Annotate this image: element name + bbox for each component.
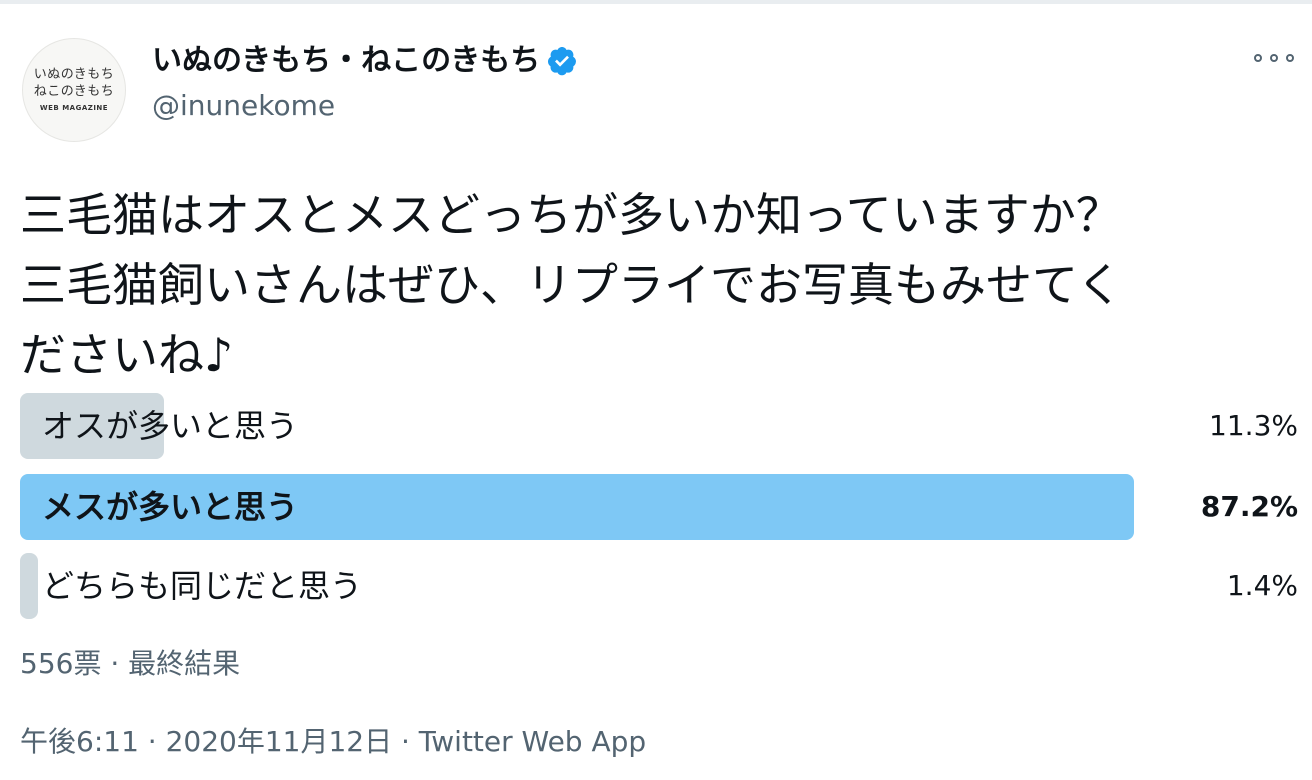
tweet-line-1: 三毛猫はオスとメスどっちが多いか知っていますか？ [20, 188, 1122, 242]
display-name: いぬのきもち・ねこのきもち [152, 43, 541, 78]
tweet-line-3: ださいね♪ [20, 328, 234, 382]
avatar-logo-line1: いぬのきもち [33, 67, 115, 82]
tweet-line-2: 三毛猫飼いさんはぜひ、リプライでお写真もみせてく [20, 258, 1123, 312]
avatar-logo-sub: WEB MAGAZINE [39, 104, 109, 112]
poll-option-0: オスが多いと思う 11.3% [20, 393, 1298, 459]
poll-votes-status: 556票 · 最終結果 [20, 647, 241, 680]
tweet-timestamp-link[interactable]: 午後6:11 · 2020年11月12日 · Twitter Web App [20, 720, 646, 764]
poll-bar-2 [20, 553, 38, 619]
more-dot [1286, 54, 1294, 62]
more-dot [1270, 54, 1278, 62]
poll-option-label: メスが多いと思う [42, 488, 299, 526]
avatar-logo-line2: ねこのきもち [33, 84, 115, 99]
poll-option-label: オスが多いと思う [42, 407, 299, 445]
poll-option-percent: 1.4% [1226, 569, 1298, 602]
avatar[interactable]: いぬのきもち ねこのきもち WEB MAGAZINE [22, 38, 126, 142]
poll-option-percent: 11.3% [1209, 409, 1298, 442]
tweet-text: 三毛猫はオスとメスどっちが多いか知っていますか？ 三毛猫飼いさんはぜひ、リプライ… [20, 180, 1300, 390]
verified-badge-icon [548, 47, 577, 76]
top-divider [0, 0, 1312, 4]
poll-option-label: どちらも同じだと思う [42, 567, 363, 605]
more-options-icon[interactable] [1254, 46, 1294, 70]
poll-option-1: メスが多いと思う 87.2% [20, 474, 1298, 540]
more-dot [1254, 54, 1262, 62]
display-name-link[interactable]: いぬのきもち・ねこのきもち [152, 40, 578, 82]
poll-option-2: どちらも同じだと思う 1.4% [20, 553, 1298, 619]
handle-link[interactable]: @inunekome [152, 86, 335, 126]
poll-option-percent: 87.2% [1200, 490, 1298, 523]
